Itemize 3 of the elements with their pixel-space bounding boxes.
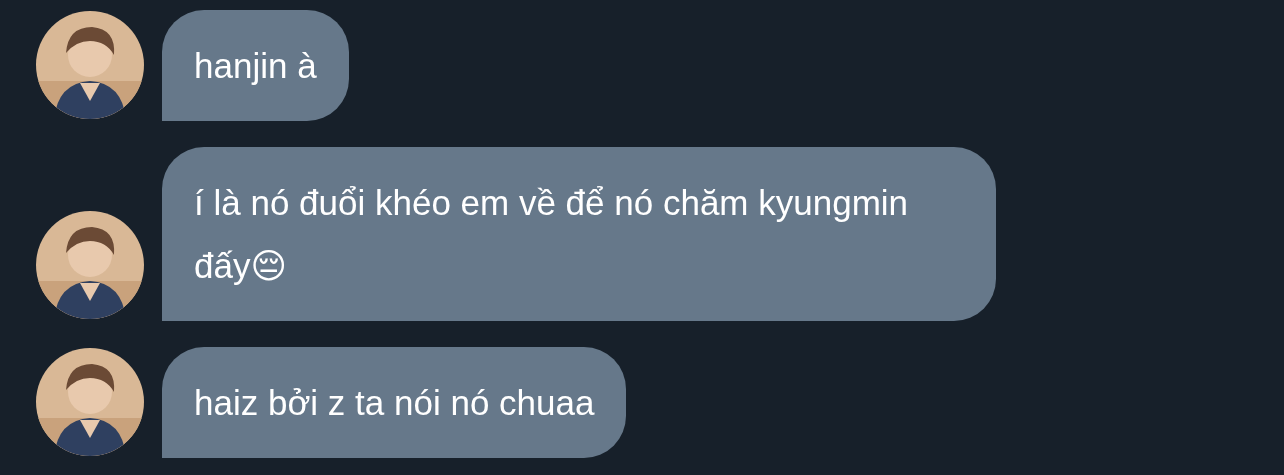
message-text: í là nó đuổi khéo em về để nó chăm kyungmin đấy😔 bbox=[194, 183, 909, 285]
message-text: hanjin à bbox=[194, 46, 317, 85]
message-text: haiz bởi z ta nói nó chuaa bbox=[194, 383, 595, 422]
